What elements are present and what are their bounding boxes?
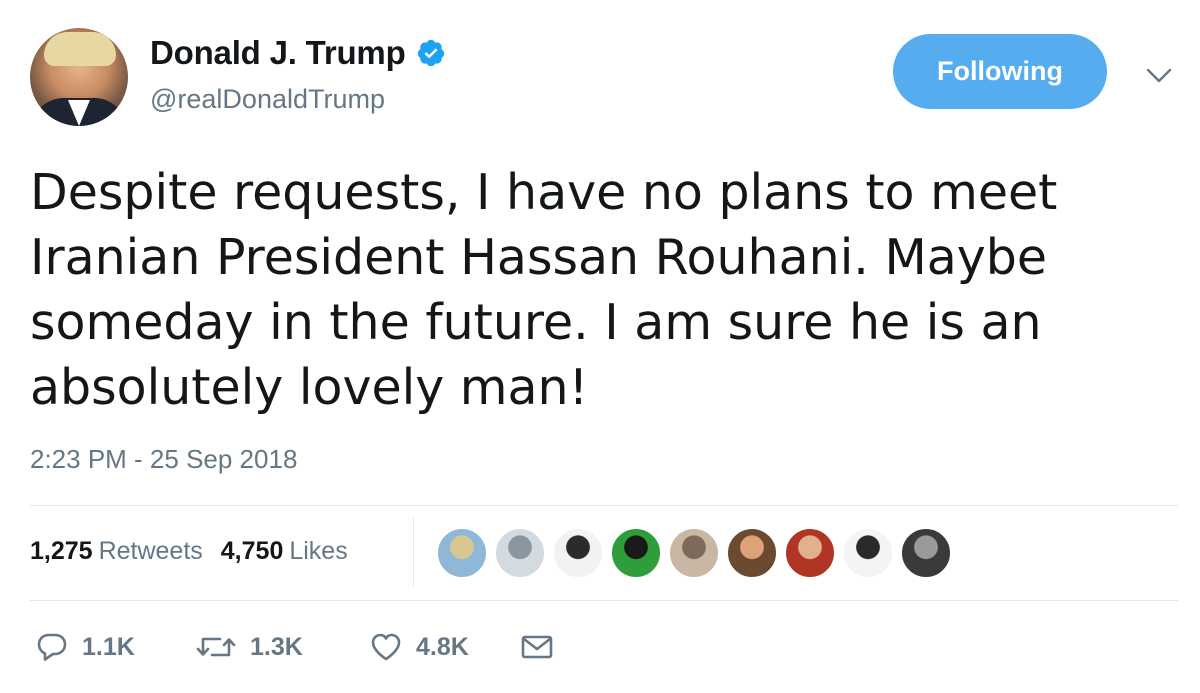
reply-button[interactable]: 1.1K (36, 632, 196, 662)
chevron-down-icon[interactable] (1144, 64, 1174, 88)
liker-avatar-5[interactable] (668, 527, 720, 579)
direct-message-button[interactable] (520, 633, 554, 661)
reply-icon (36, 632, 68, 662)
heart-icon (370, 632, 402, 662)
tweet-text-line: someday in the future. I am sure he is a… (30, 294, 1042, 351)
author-name[interactable]: Donald J. Trump (150, 34, 406, 72)
retweet-icon (196, 633, 236, 661)
liker-avatar-4[interactable] (610, 527, 662, 579)
likes-stat[interactable]: 4,750 Likes (221, 537, 348, 566)
tweet-timestamp[interactable]: 2:23 PM - 25 Sep 2018 (30, 444, 297, 475)
retweets-label: Retweets (98, 537, 203, 565)
liker-avatar-7[interactable] (784, 527, 836, 579)
likes-count: 4,750 (220, 537, 284, 565)
liker-avatar-8[interactable] (842, 527, 894, 579)
author-name-row: Donald J. Trump (150, 34, 446, 72)
tweet-text: Despite requests, I have no plans to mee… (30, 160, 1150, 420)
following-button[interactable]: Following (893, 34, 1107, 109)
liker-avatar-2[interactable] (494, 527, 546, 579)
liker-avatar-9[interactable] (900, 527, 952, 579)
author-handle[interactable]: @realDonaldTrump (150, 84, 385, 115)
tweet-stats: 1,275 Retweets 4,750 Likes (30, 537, 348, 566)
retweets-stat[interactable]: 1,275 Retweets (30, 537, 203, 566)
tweet-text-line: Iranian President Hassan Rouhani. Maybe (30, 229, 1048, 286)
divider (30, 505, 1178, 506)
like-count: 4.8K (416, 632, 469, 661)
liker-avatar-1[interactable] (436, 527, 488, 579)
retweet-button[interactable]: 1.3K (196, 633, 370, 662)
like-button[interactable]: 4.8K (370, 632, 520, 662)
tweet-actions: 1.1K 1.3K 4.8K (36, 632, 554, 662)
tweet-text-line: absolutely lovely man! (30, 359, 589, 416)
divider (30, 600, 1178, 601)
liker-avatar-6[interactable] (726, 527, 778, 579)
reply-count: 1.1K (82, 632, 135, 661)
retweets-count: 1,275 (30, 537, 93, 565)
author-avatar[interactable] (30, 28, 128, 126)
envelope-icon (520, 633, 554, 661)
liker-avatars (436, 527, 952, 579)
retweet-count: 1.3K (250, 632, 303, 661)
tweet-card: Donald J. Trump @realDonaldTrump Followi… (0, 0, 1200, 693)
likes-label: Likes (289, 537, 348, 565)
verified-badge-icon (416, 38, 446, 68)
stats-separator (413, 518, 414, 586)
tweet-text-line: Despite requests, I have no plans to mee… (30, 164, 1058, 221)
liker-avatar-3[interactable] (552, 527, 604, 579)
